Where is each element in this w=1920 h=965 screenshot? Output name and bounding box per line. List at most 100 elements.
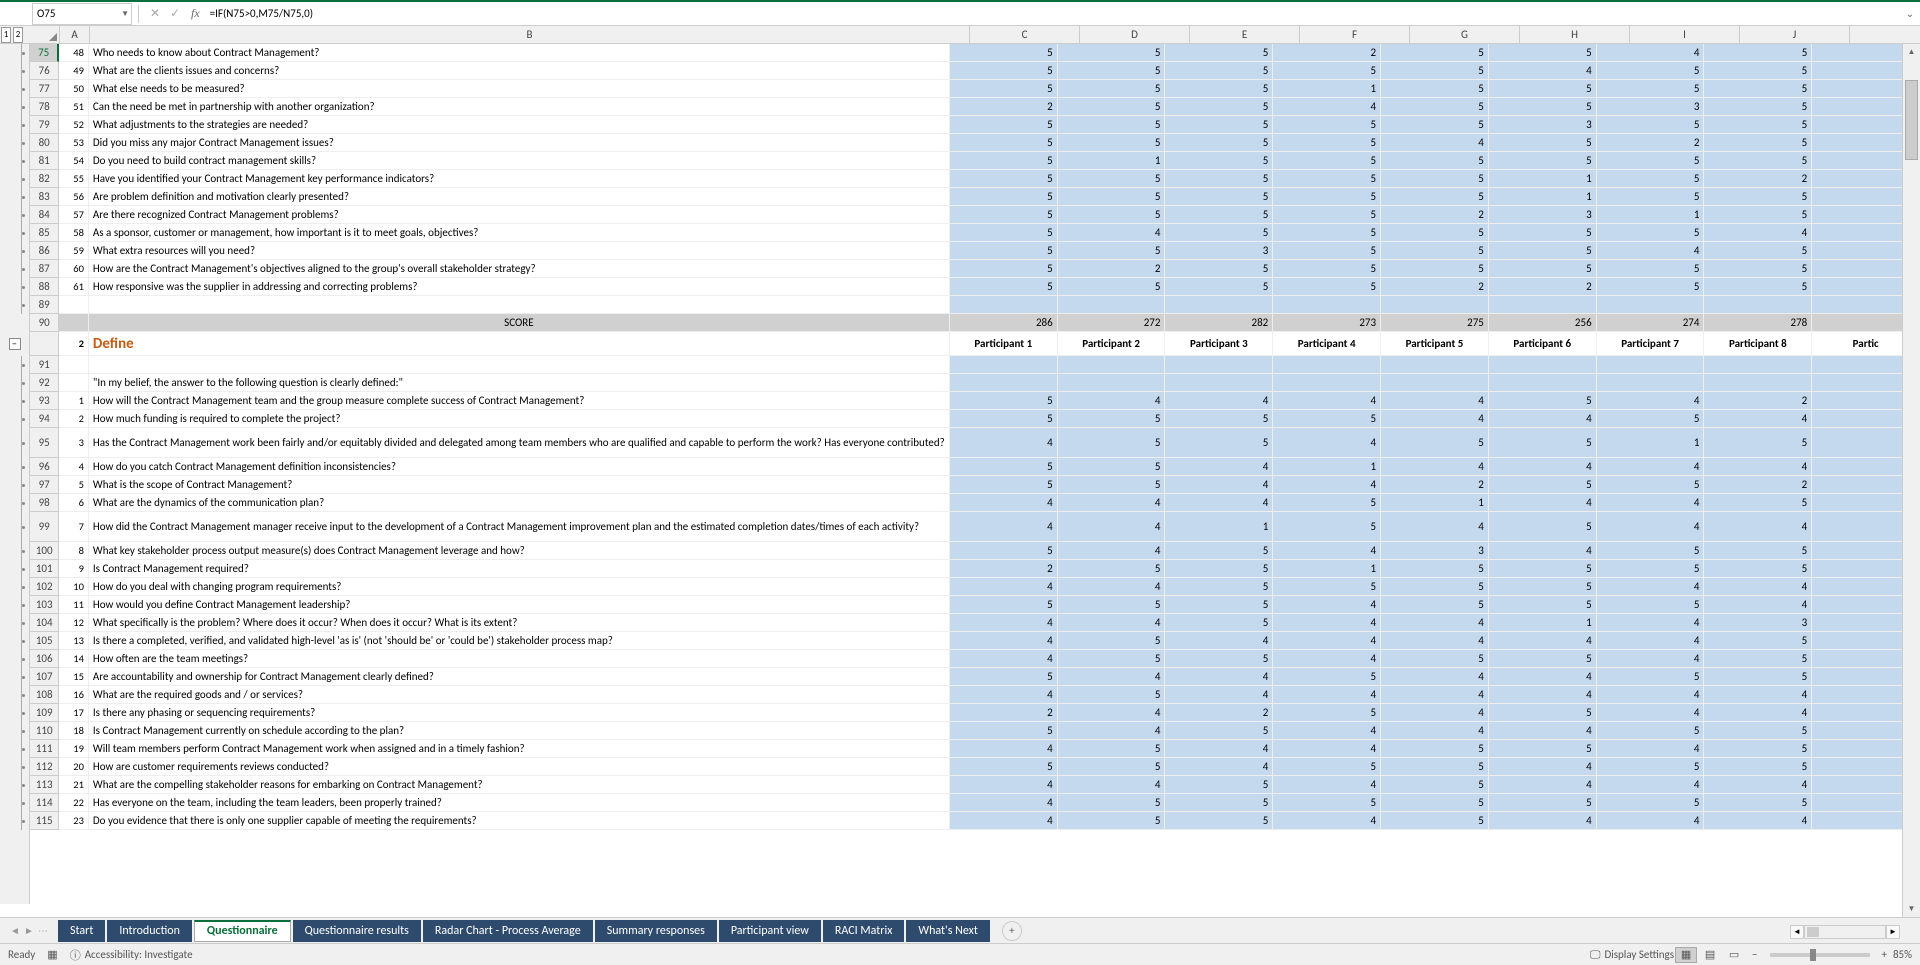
cell[interactable]: 5: [1381, 560, 1489, 578]
cell[interactable]: 5: [1273, 260, 1381, 278]
column-header-B[interactable]: B: [90, 26, 970, 43]
row-header[interactable]: 77: [30, 80, 59, 98]
cell[interactable]: 4: [1597, 578, 1705, 596]
cell[interactable]: 5: [1058, 794, 1166, 812]
cell[interactable]: 5: [1058, 812, 1166, 830]
cell[interactable]: 4: [1489, 542, 1597, 560]
row-header[interactable]: 103: [30, 596, 59, 614]
cell[interactable]: 5: [950, 224, 1058, 242]
cell[interactable]: 5: [1597, 758, 1705, 776]
row-header[interactable]: 112: [30, 758, 59, 776]
cell[interactable]: 5: [1273, 668, 1381, 686]
cell[interactable]: 4: [1381, 614, 1489, 632]
cell[interactable]: 5: [1165, 224, 1273, 242]
cell[interactable]: 4: [1273, 542, 1381, 560]
cell[interactable]: 5: [1381, 116, 1489, 134]
row-header[interactable]: 98: [30, 494, 59, 512]
row-header[interactable]: 107: [30, 668, 59, 686]
cell[interactable]: 4: [1381, 704, 1489, 722]
cell[interactable]: 5: [1381, 242, 1489, 260]
cell[interactable]: How do you deal with changing program re…: [89, 578, 950, 596]
cell[interactable]: 9: [59, 560, 89, 578]
column-header-A[interactable]: A: [60, 26, 90, 43]
cell[interactable]: 4: [1273, 686, 1381, 704]
cell[interactable]: 5: [1489, 152, 1597, 170]
cell[interactable]: 4: [1165, 686, 1273, 704]
cell[interactable]: 4: [950, 776, 1058, 794]
row-header[interactable]: 85: [30, 224, 59, 242]
cell[interactable]: 5: [1058, 632, 1166, 650]
cell[interactable]: 3: [1489, 206, 1597, 224]
cell[interactable]: 4: [1597, 776, 1705, 794]
cell[interactable]: 5: [1597, 224, 1705, 242]
cell[interactable]: [1165, 356, 1273, 374]
cell[interactable]: 5: [1704, 98, 1812, 116]
cell[interactable]: 5: [950, 242, 1058, 260]
cell[interactable]: 5: [1273, 578, 1381, 596]
cell[interactable]: 4: [1489, 410, 1597, 428]
cell[interactable]: [1381, 296, 1489, 314]
cell[interactable]: 5: [1165, 614, 1273, 632]
macro-icon[interactable]: ▦: [47, 948, 57, 961]
cell[interactable]: 2: [1704, 392, 1812, 410]
cell[interactable]: Is there a completed, verified, and vali…: [89, 632, 950, 650]
cell[interactable]: 272: [1058, 314, 1166, 332]
horizontal-scrollbar[interactable]: ◄ ►: [1790, 925, 1900, 939]
row-header[interactable]: 102: [30, 578, 59, 596]
scroll-track[interactable]: [1903, 60, 1920, 901]
sheet-tab-questionnaire-results[interactable]: Questionnaire results: [293, 920, 421, 942]
cell[interactable]: Did you miss any major Contract Manageme…: [89, 134, 950, 152]
cell[interactable]: [1597, 296, 1705, 314]
cell[interactable]: 59: [59, 242, 89, 260]
cell[interactable]: 48: [59, 44, 89, 62]
cell[interactable]: 8: [59, 542, 89, 560]
cell[interactable]: 5: [1058, 242, 1166, 260]
cell[interactable]: 4: [1273, 776, 1381, 794]
cell[interactable]: 3: [1381, 542, 1489, 560]
outline-collapse-button[interactable]: −: [0, 332, 29, 356]
cell[interactable]: 5: [950, 62, 1058, 80]
cell[interactable]: Do you need to build contract management…: [89, 152, 950, 170]
cell[interactable]: 51: [59, 98, 89, 116]
cell[interactable]: 5: [1704, 494, 1812, 512]
cell[interactable]: 5: [1489, 512, 1597, 542]
outline-level-2[interactable]: 2: [13, 27, 23, 43]
sheet-tab-what-s-next[interactable]: What's Next: [906, 920, 989, 942]
cell[interactable]: 5: [1489, 476, 1597, 494]
cell[interactable]: 5: [1704, 80, 1812, 98]
cell[interactable]: 5: [1597, 278, 1705, 296]
cell[interactable]: 2: [1489, 278, 1597, 296]
cell[interactable]: [89, 356, 950, 374]
cell[interactable]: 5: [1704, 134, 1812, 152]
cell[interactable]: 3: [1489, 116, 1597, 134]
cell[interactable]: 5: [1489, 650, 1597, 668]
cell[interactable]: 4: [1058, 668, 1166, 686]
cell[interactable]: 5: [1704, 278, 1812, 296]
row-header[interactable]: 111: [30, 740, 59, 758]
cell[interactable]: Have you identified your Contract Manage…: [89, 170, 950, 188]
cell[interactable]: 5: [1489, 578, 1597, 596]
cell[interactable]: 282: [1165, 314, 1273, 332]
cell[interactable]: 4: [1273, 740, 1381, 758]
cell[interactable]: 61: [59, 278, 89, 296]
cell[interactable]: 52: [59, 116, 89, 134]
row-header[interactable]: 110: [30, 722, 59, 740]
cell[interactable]: 5: [950, 668, 1058, 686]
cell[interactable]: [1058, 296, 1166, 314]
cell[interactable]: 5: [1058, 134, 1166, 152]
cell[interactable]: 2: [1597, 134, 1705, 152]
cell[interactable]: 2: [950, 98, 1058, 116]
cell[interactable]: 5: [1058, 170, 1166, 188]
fx-icon[interactable]: fx: [191, 6, 200, 21]
cell[interactable]: 3: [1165, 242, 1273, 260]
cell[interactable]: 5: [1165, 98, 1273, 116]
cell[interactable]: 5: [1704, 260, 1812, 278]
cell[interactable]: 5: [1489, 740, 1597, 758]
tab-nav-last-icon[interactable]: ►: [22, 924, 36, 937]
cell[interactable]: 5: [1489, 392, 1597, 410]
cell[interactable]: 5: [1597, 152, 1705, 170]
cell[interactable]: 5: [1597, 188, 1705, 206]
cell[interactable]: 4: [1165, 476, 1273, 494]
row-header[interactable]: 86: [30, 242, 59, 260]
cell[interactable]: 1: [59, 392, 89, 410]
